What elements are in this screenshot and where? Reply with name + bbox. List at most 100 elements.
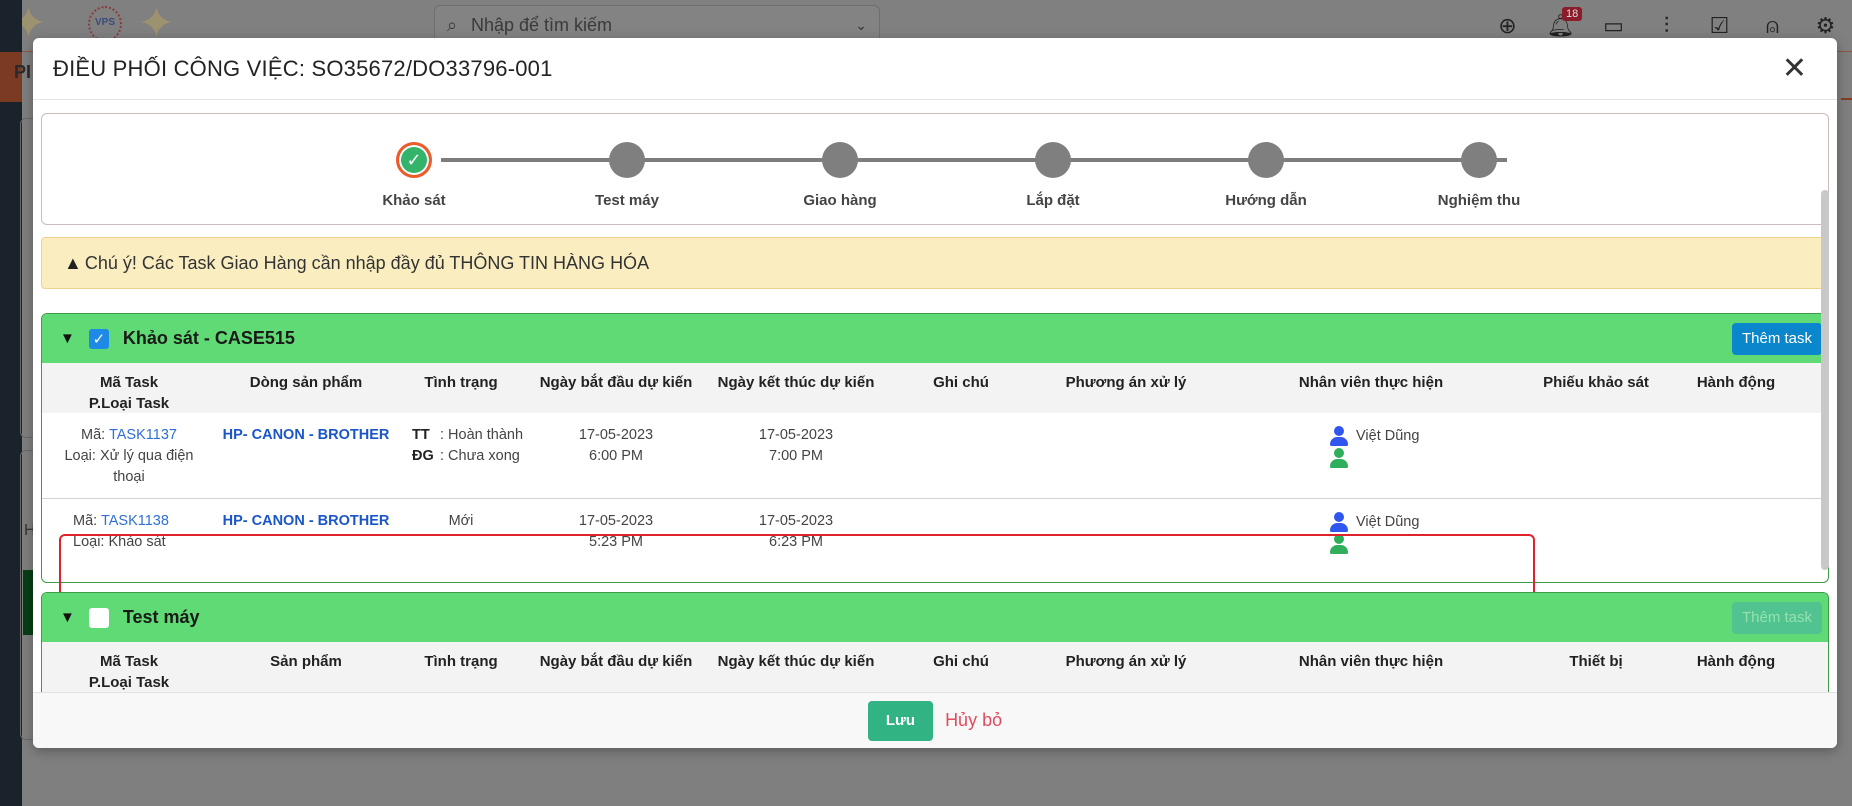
col-header-survey: Phiếu khảo sát bbox=[1543, 374, 1649, 391]
survey-cell bbox=[1526, 499, 1666, 582]
table-header: Mã Task P.Loại Task Sản phẩm Tình trạng N… bbox=[42, 642, 1828, 692]
col-header-employee: Nhân viên thực hiện bbox=[1298, 374, 1444, 391]
end-date-cell: 17-05-2023 7:00 PM bbox=[758, 427, 834, 464]
employee-cell: Việt Dũng bbox=[1216, 413, 1526, 498]
modal-footer: Lưu Hủy bỏ bbox=[33, 692, 1837, 748]
col-header-product: Sản phẩm bbox=[270, 653, 342, 670]
section-title: Test máy bbox=[122, 607, 200, 627]
user-icon[interactable]: ⍝ bbox=[1746, 13, 1799, 39]
task-code-link[interactable]: TASK1138 bbox=[101, 513, 169, 529]
search-placeholder: Nhập để tìm kiếm bbox=[471, 14, 613, 35]
col-header-note: Ghi chú bbox=[933, 653, 989, 670]
table-row: Mã: TASK1137 Loại: Xử lý qua điện thoại … bbox=[42, 413, 1828, 499]
col-header-product-line: Dòng sản phẩm bbox=[249, 374, 363, 391]
section-checkbox[interactable] bbox=[88, 607, 109, 628]
note-cell bbox=[886, 499, 1036, 582]
step-pending-dot bbox=[822, 142, 858, 178]
step-pending-dot bbox=[609, 142, 645, 178]
start-date-cell: 17-05-2023 5:23 PM bbox=[578, 513, 654, 550]
add-task-button[interactable]: Thêm task bbox=[1731, 601, 1822, 634]
add-circle-icon[interactable]: ⊕ bbox=[1481, 13, 1534, 39]
step-pending-dot bbox=[1035, 142, 1071, 178]
checkbox-icon[interactable]: ☑ bbox=[1693, 13, 1746, 39]
task-code-link[interactable]: TASK1137 bbox=[109, 427, 177, 443]
warning-alert: ▲ Chú ý! Các Task Giao Hàng cần nhập đầy… bbox=[41, 237, 1829, 289]
add-person-icon[interactable] bbox=[1330, 534, 1348, 554]
col-header-solution: Phương án xử lý bbox=[1065, 374, 1187, 391]
person-icon[interactable] bbox=[1330, 426, 1348, 446]
task-type: Loại: Xử lý qua điện thoại bbox=[64, 448, 194, 485]
solution-cell bbox=[1036, 413, 1216, 498]
start-date-cell: 17-05-2023 6:00 PM bbox=[578, 427, 654, 464]
note-cell bbox=[886, 413, 1036, 498]
step-label: Lắp đặt bbox=[1026, 192, 1080, 209]
chevron-down-icon[interactable]: ⌄ bbox=[855, 17, 867, 34]
add-person-icon[interactable] bbox=[1330, 448, 1348, 468]
collapse-triangle-icon[interactable]: ▼ bbox=[60, 609, 75, 626]
save-button[interactable]: Lưu bbox=[867, 700, 934, 741]
employee-cell: Việt Dũng bbox=[1216, 499, 1526, 582]
step-pending-dot bbox=[1248, 142, 1284, 178]
background-divider bbox=[1841, 98, 1852, 100]
employee-name: Việt Dũng bbox=[1356, 513, 1420, 530]
step-pending-dot bbox=[1461, 142, 1497, 178]
person-icon[interactable] bbox=[1330, 512, 1348, 532]
col-header-status: Tình trạng bbox=[424, 653, 498, 670]
gear-icon[interactable]: ⚙ bbox=[1799, 13, 1852, 39]
col-header-action: Hành động bbox=[1696, 374, 1776, 391]
product-line: HP- CANON - BROTHER bbox=[222, 513, 390, 529]
status-cell: Mới bbox=[448, 513, 474, 529]
cancel-button[interactable]: Hủy bỏ bbox=[945, 710, 1002, 731]
add-task-button[interactable]: Thêm task bbox=[1731, 322, 1822, 355]
col-header-note: Ghi chú bbox=[933, 374, 989, 391]
section-header: ▼ Test máy Thêm task bbox=[42, 593, 1828, 642]
step-label: Khảo sát bbox=[382, 192, 446, 209]
search-icon: ⌕ bbox=[447, 14, 458, 35]
task-type: Loại: Khảo sát bbox=[73, 534, 166, 550]
alert-text: Chú ý! Các Task Giao Hàng cần nhập đầy đ… bbox=[84, 252, 650, 273]
col-header-start-date: Ngày bắt đầu dự kiến bbox=[539, 653, 693, 670]
warning-icon: ▲ bbox=[64, 252, 82, 273]
step-label: Giao hàng bbox=[803, 192, 877, 209]
task-code-cell: Mã: TASK1138 Loại: Khảo sát bbox=[73, 513, 169, 550]
workflow-stepper: ✓ Khảo sát Test máy Giao hàng Lắp đặt Hư… bbox=[41, 113, 1829, 225]
close-icon[interactable]: ✕ bbox=[1782, 53, 1807, 84]
step-label: Test máy bbox=[595, 192, 659, 209]
survey-cell bbox=[1526, 413, 1666, 498]
vps-logo: VPS bbox=[88, 6, 122, 42]
section-checkbox[interactable]: ✓ bbox=[88, 328, 109, 349]
sidebar bbox=[0, 0, 22, 806]
step-label: Nghiệm thu bbox=[1437, 192, 1521, 209]
vertical-scrollbar[interactable] bbox=[1821, 190, 1829, 570]
col-header-solution: Phương án xử lý bbox=[1065, 653, 1187, 670]
modal-title: ĐIỀU PHỐI CÔNG VIỆC: SO35672/DO33796-001 bbox=[53, 55, 553, 81]
table-header: Mã Task P.Loại Task Dòng sản phẩm Tình tr… bbox=[42, 363, 1828, 413]
calendar-icon[interactable]: ▭ bbox=[1587, 13, 1640, 39]
task-code-cell: Mã: TASK1137 Loại: Xử lý qua điện thoại bbox=[42, 413, 216, 498]
bell-icon[interactable]: 🔔︎ 18 bbox=[1534, 7, 1587, 39]
solution-cell bbox=[1036, 499, 1216, 582]
col-header-device: Thiết bị bbox=[1569, 653, 1623, 670]
modal-header: ĐIỀU PHỐI CÔNG VIỆC: SO35672/DO33796-001… bbox=[33, 38, 1837, 100]
col-header-start-date: Ngày bắt đầu dự kiến bbox=[539, 374, 693, 391]
col-header-task-code: Mã Task P.Loại Task bbox=[88, 374, 170, 412]
table-row: Mã: TASK1138 Loại: Khảo sát HP- CANON - … bbox=[42, 499, 1828, 582]
col-header-action: Hành động bbox=[1696, 653, 1776, 670]
section-title: Khảo sát - CASE515 bbox=[122, 328, 295, 348]
status-cell: TT: Hoàn thành ĐG: Chưa xong bbox=[412, 427, 524, 464]
col-header-end-date: Ngày kết thúc dự kiến bbox=[717, 374, 875, 391]
collapse-triangle-icon[interactable]: ▼ bbox=[60, 330, 75, 347]
col-header-employee: Nhân viên thực hiện bbox=[1298, 653, 1444, 670]
product-line: HP- CANON - BROTHER bbox=[222, 427, 390, 443]
employee-name: Việt Dũng bbox=[1356, 427, 1420, 444]
col-header-task-code: Mã Task P.Loại Task bbox=[88, 653, 170, 691]
chart-icon[interactable]: ⫶ bbox=[1640, 13, 1693, 39]
action-cell bbox=[1666, 413, 1806, 498]
notification-badge: 18 bbox=[1562, 7, 1583, 21]
col-header-end-date: Ngày kết thúc dự kiến bbox=[717, 653, 875, 670]
task-coordination-modal: ĐIỀU PHỐI CÔNG VIỆC: SO35672/DO33796-001… bbox=[33, 38, 1837, 748]
stepper-line bbox=[441, 158, 1507, 162]
section-header: ▼ ✓ Khảo sát - CASE515 Thêm task bbox=[42, 314, 1828, 363]
action-cell bbox=[1666, 499, 1806, 582]
modal-body: ✓ Khảo sát Test máy Giao hàng Lắp đặt Hư… bbox=[33, 100, 1837, 692]
